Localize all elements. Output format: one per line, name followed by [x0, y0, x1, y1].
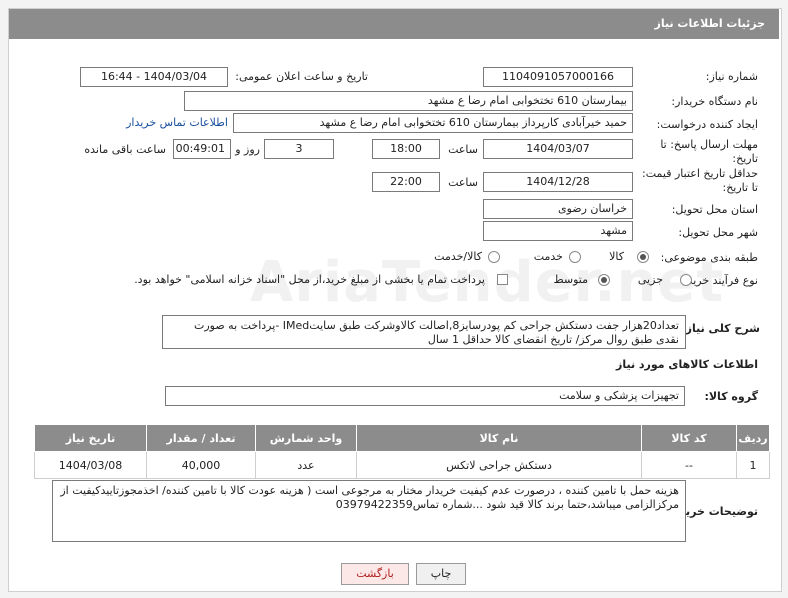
title-bar: جزئیات اطلاعات نیاز	[9, 9, 779, 39]
category-radio-goods-service[interactable]	[488, 251, 500, 263]
category-option-goods: کالا	[609, 250, 624, 263]
description-label: شرح کلی نیاز:	[681, 322, 760, 335]
treasury-payment-checkbox[interactable]	[497, 274, 508, 285]
cell-quantity: 40,000	[146, 451, 256, 479]
description-text: تعداد20هزار جفت دستکش جراحی کم پودرسایز8…	[162, 315, 686, 349]
province-field: خراسان رضوی	[483, 199, 633, 219]
validity-label-1: حداقل تاریخ اعتبار قیمت:	[642, 167, 758, 180]
cell-row-number: 1	[736, 451, 770, 479]
category-option-service: خدمت	[533, 250, 563, 263]
need-number-field: 1104091057000166	[483, 67, 633, 87]
items-table: ردیف کد کالا نام کالا واحد شمارش تعداد /…	[34, 424, 770, 479]
province-label: استان محل تحویل:	[671, 203, 758, 216]
deadline-label-2: تاریخ:	[732, 152, 758, 165]
category-radio-service[interactable]	[569, 251, 581, 263]
payment-note: پرداخت تمام یا بخشی از مبلغ خرید،از محل …	[134, 273, 485, 286]
deadline-date-field: 1404/03/07	[483, 139, 633, 159]
category-option-goods-service: کالا/خدمت	[434, 250, 482, 263]
deadline-time-field: 18:00	[372, 139, 440, 159]
col-item-name: نام کالا	[356, 424, 642, 452]
col-row-number: ردیف	[736, 424, 770, 452]
days-field: 3	[264, 139, 334, 159]
table-header-row: ردیف کد کالا نام کالا واحد شمارش تعداد /…	[34, 424, 770, 452]
process-option-minor: جزیی	[637, 273, 663, 286]
remaining-label: ساعت باقی مانده	[84, 143, 166, 156]
category-label: طبقه بندی موضوعی:	[660, 251, 758, 264]
announce-label: تاریخ و ساعت اعلان عمومی:	[235, 70, 368, 83]
days-label: روز و	[235, 143, 260, 156]
goods-group-field: تجهیزات پزشکی و سلامت	[165, 386, 685, 406]
validity-time-label: ساعت	[448, 176, 478, 189]
deadline-label-1: مهلت ارسال پاسخ: تا	[660, 138, 758, 151]
validity-time-field: 22:00	[372, 172, 440, 192]
requester-label: ایجاد کننده درخواست:	[656, 118, 758, 131]
back-button[interactable]: بازگشت	[341, 563, 409, 585]
validity-date-field: 1404/12/28	[483, 172, 633, 192]
buyer-label: نام دستگاه خریدار:	[671, 95, 758, 108]
print-button[interactable]: چاپ	[416, 563, 466, 585]
process-option-medium: متوسط	[553, 273, 588, 286]
announce-field: 1404/03/04 - 16:44	[80, 67, 228, 87]
contact-info-link[interactable]: اطلاعات تماس خریدار	[126, 116, 228, 129]
goods-group-label: گروه کالا:	[704, 390, 758, 403]
page-title: جزئیات اطلاعات نیاز	[654, 17, 766, 30]
buyer-notes-text: هزینه حمل با تامین کننده ، درصورت عدم کی…	[52, 480, 686, 542]
need-number-label: شماره نیاز:	[705, 70, 758, 83]
deadline-time-label: ساعت	[448, 143, 478, 156]
city-field: مشهد	[483, 221, 633, 241]
category-radio-goods[interactable]	[637, 251, 649, 263]
process-radio-medium[interactable]	[598, 274, 610, 286]
table-row: 1 -- دستکش جراحی لاتکس عدد 40,000 1404/0…	[34, 451, 770, 479]
buyer-field: بیمارستان 610 تختخوابی امام رضا ع مشهد	[184, 91, 633, 111]
requester-field: حمید خیرآبادی کارپرداز بیمارستان 610 تخت…	[233, 113, 633, 133]
col-item-code: کد کالا	[641, 424, 737, 452]
cell-unit: عدد	[255, 451, 357, 479]
cell-item-code: --	[641, 451, 737, 479]
remaining-time-field: 00:49:01	[173, 139, 231, 159]
cell-item-name: دستکش جراحی لاتکس	[356, 451, 642, 479]
col-unit: واحد شمارش	[255, 424, 357, 452]
city-label: شهر محل تحویل:	[678, 226, 758, 239]
goods-section-heading: اطلاعات کالاهای مورد نیاز	[616, 358, 758, 371]
validity-label-2: تا تاریخ:	[722, 181, 758, 194]
col-quantity: تعداد / مقدار	[146, 424, 256, 452]
cell-need-date: 1404/03/08	[34, 451, 147, 479]
col-need-date: تاریخ نیاز	[34, 424, 147, 452]
process-radio-minor[interactable]	[680, 274, 692, 286]
